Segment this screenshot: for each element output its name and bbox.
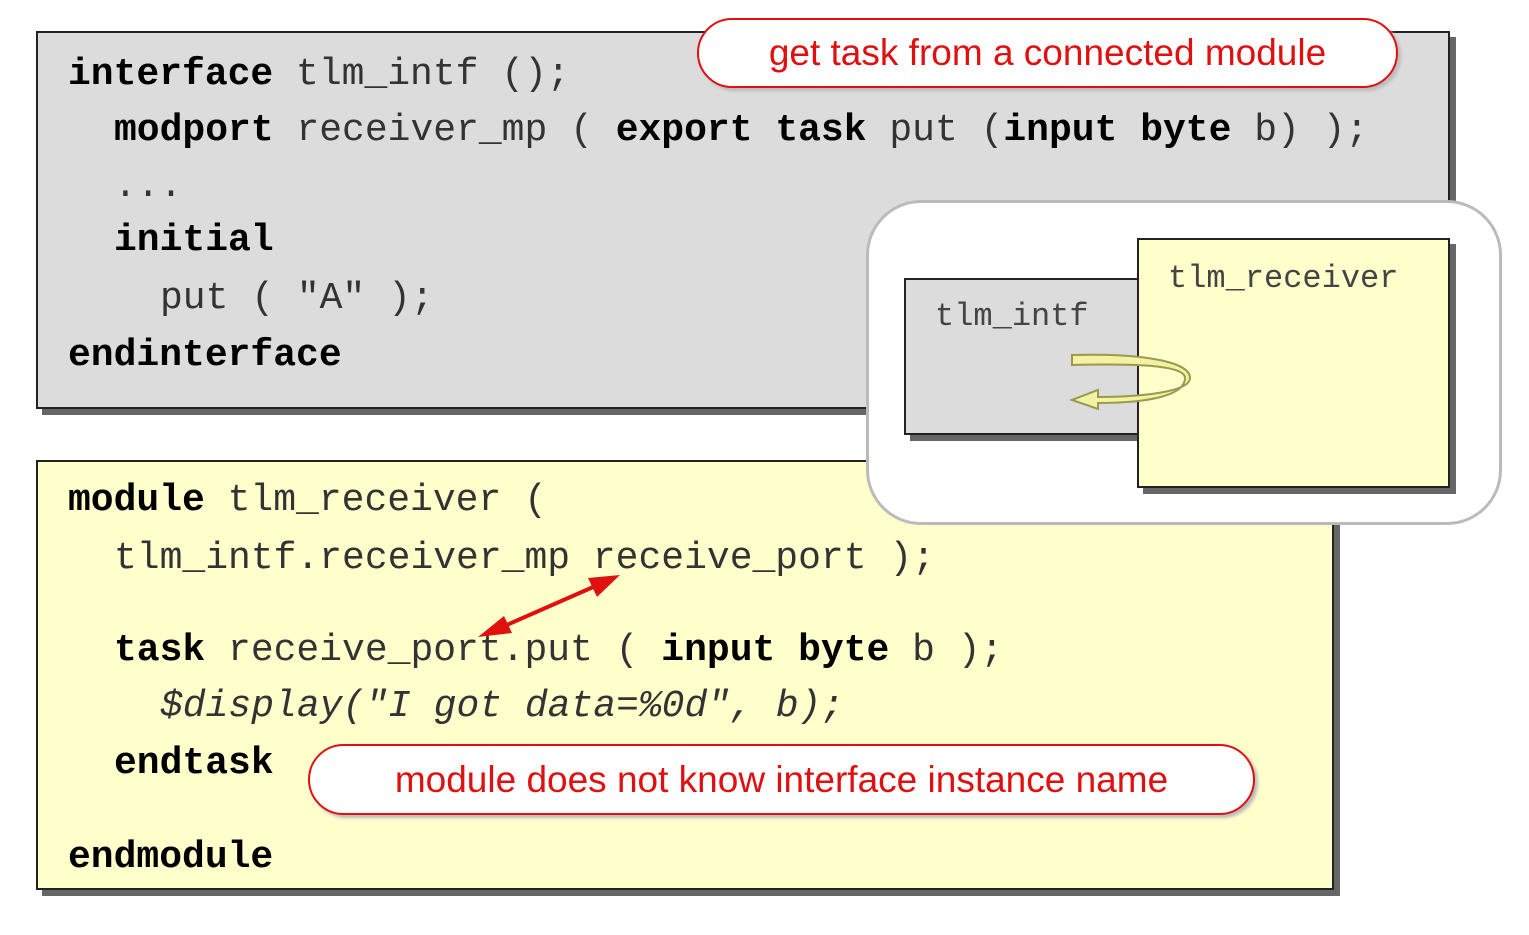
code-token: tlm_receiver ( bbox=[204, 479, 547, 522]
code-token: put ( "A" ); bbox=[160, 277, 434, 320]
tlm-intf-label: tlm_intf bbox=[935, 298, 1089, 335]
code-token: export task bbox=[615, 109, 867, 152]
code-token: module bbox=[68, 479, 205, 522]
callout-bottom-text: module does not know interface instance … bbox=[394, 758, 1169, 800]
code-token: b) ); bbox=[1231, 109, 1369, 152]
double-headed-arrow-icon bbox=[478, 575, 620, 637]
code-line: module tlm_receiver ( bbox=[68, 482, 547, 520]
code-token: put ( bbox=[866, 109, 1004, 152]
code-line: ... bbox=[114, 168, 182, 206]
tlm-receiver-label: tlm_receiver bbox=[1168, 260, 1399, 297]
code-line: put ( "A" ); bbox=[160, 280, 434, 318]
code-line: modport receiver_mp ( export task put (i… bbox=[114, 112, 1368, 150]
code-token: b ); bbox=[889, 629, 1004, 672]
callout-bottom: module does not know interface instance … bbox=[308, 744, 1255, 815]
callout-top-text: get task from a connected module bbox=[768, 32, 1327, 73]
code-token: tlm_intf (); bbox=[273, 53, 570, 96]
code-line: $display("I got data=%0d", b); bbox=[160, 688, 844, 726]
code-token: interface bbox=[68, 53, 274, 96]
code-token: task bbox=[114, 629, 206, 672]
callout-top: get task from a connected module bbox=[697, 18, 1398, 88]
code-line: endinterface bbox=[68, 337, 342, 375]
code-line: endmodule bbox=[68, 839, 273, 877]
code-token: input byte bbox=[661, 629, 890, 672]
code-token: endmodule bbox=[68, 836, 274, 879]
code-token: modport bbox=[114, 109, 274, 152]
code-line: endtask bbox=[114, 745, 274, 783]
code-line: interface tlm_intf (); bbox=[68, 56, 570, 94]
code-line: initial bbox=[114, 222, 274, 260]
code-token: ... bbox=[114, 165, 183, 208]
code-token: endtask bbox=[114, 742, 274, 785]
code-token: input byte bbox=[1003, 109, 1232, 152]
curved-arrow-icon bbox=[1069, 353, 1192, 411]
code-token: $display("I got data=%0d", b); bbox=[160, 685, 845, 728]
code-token: receiver_mp ( bbox=[273, 109, 616, 152]
code-token: endinterface bbox=[68, 334, 342, 377]
code-token: initial bbox=[114, 219, 274, 262]
